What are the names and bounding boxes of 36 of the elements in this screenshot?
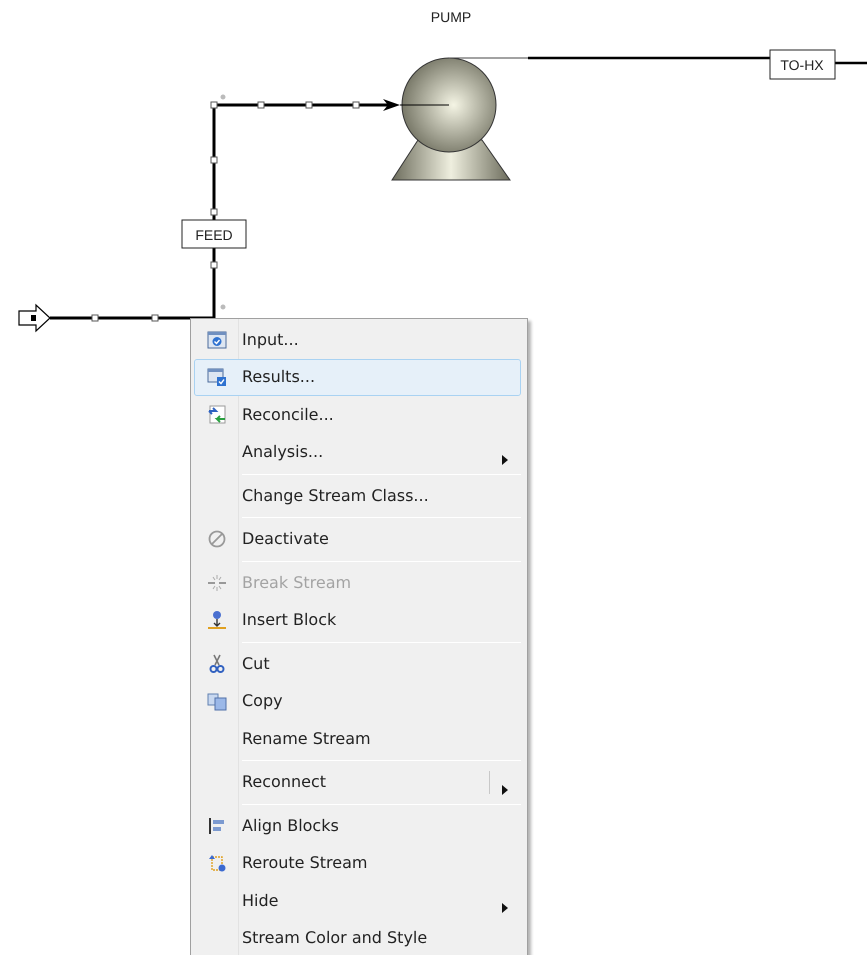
form-check-icon <box>207 330 227 350</box>
scissors-icon <box>207 654 227 674</box>
menu-item[interactable]: Hide <box>194 882 521 920</box>
pump-drawing[interactable] <box>391 58 511 180</box>
menu-item[interactable]: Reconnect <box>194 764 521 801</box>
feed-arrow-icon[interactable] <box>18 304 51 332</box>
arrows-document-icon <box>207 404 227 425</box>
menu-item[interactable]: Reconcile... <box>194 396 521 434</box>
copy-icon <box>207 691 227 712</box>
window-check-icon <box>207 367 227 388</box>
block-label: PUMP <box>430 9 472 25</box>
stream-label-box <box>182 220 246 248</box>
submenu-arrow-icon <box>502 784 508 795</box>
align-left-icon <box>207 816 227 836</box>
reroute-icon <box>207 853 227 874</box>
menu-item[interactable]: Analysis... <box>194 434 521 471</box>
stream-label: FEED <box>195 227 233 243</box>
broken-line-icon <box>207 572 227 593</box>
menu-item[interactable]: Stream Color and Style <box>194 920 521 955</box>
menu-item[interactable]: Align Blocks <box>194 807 521 844</box>
stream-label-box <box>770 50 836 80</box>
submenu-arrow-icon <box>502 903 508 914</box>
menu-item[interactable]: Insert Block <box>194 602 521 639</box>
stream-line[interactable] <box>50 94 450 322</box>
menu-item[interactable]: Input... <box>194 321 521 358</box>
menu-item[interactable]: Cut <box>194 645 521 682</box>
stream-label: TO-HX <box>780 57 824 73</box>
insert-block-icon <box>207 610 227 630</box>
menu-item[interactable]: Reroute Stream <box>194 844 521 882</box>
menu-item[interactable]: Rename Stream <box>194 720 521 758</box>
prohibited-icon <box>207 529 227 550</box>
menu-item[interactable]: Change Stream Class... <box>194 477 521 514</box>
menu-item[interactable]: Results... <box>194 358 521 396</box>
menu-item[interactable]: Copy <box>194 682 521 720</box>
submenu-arrow-icon <box>502 454 508 465</box>
menu-item[interactable]: Deactivate <box>194 520 521 558</box>
